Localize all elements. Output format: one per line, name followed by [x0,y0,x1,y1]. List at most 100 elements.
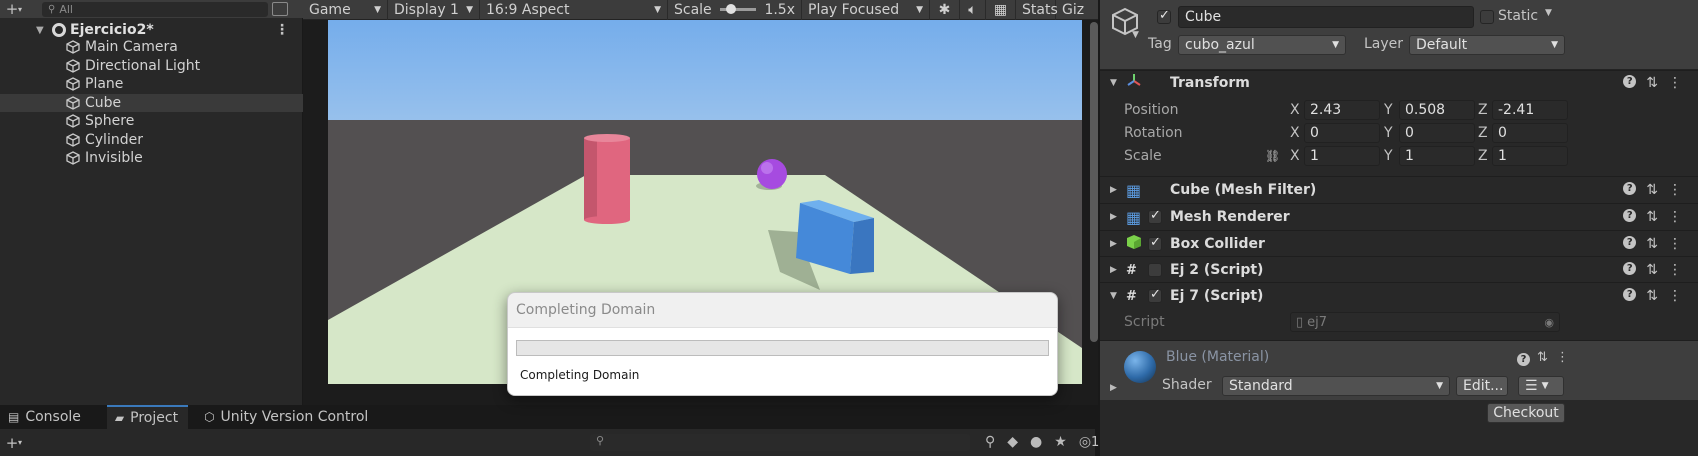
constrain-proportions-icon[interactable]: ⛓ [1265,149,1280,163]
expand-arrow-icon[interactable]: ▶ [1110,185,1117,195]
scene-row[interactable]: ▼ Ejercicio2* ⋮ [0,20,303,40]
scale-y-field[interactable]: 1 [1399,146,1475,166]
aspect-dropdown[interactable]: 16:9 Aspect ▼ [480,0,668,20]
scale-z-field[interactable]: 1 [1492,146,1568,166]
display-dropdown[interactable]: Display 1 ▼ [388,0,480,20]
mesh-renderer-header[interactable]: ▶ ▦ Mesh Renderer ? ⇅ ⋮ [1100,204,1698,230]
favorite-star-icon[interactable]: ★ [1054,434,1067,450]
hierarchy-search-input[interactable]: ⚲ All [42,1,269,17]
presets-icon[interactable]: ⇅ [1646,288,1658,304]
rotation-z-field[interactable]: 0 [1492,123,1568,143]
object-name-field[interactable]: Cube [1178,6,1474,28]
help-icon[interactable]: ? [1623,182,1637,195]
layer-dropdown[interactable]: Default ▼ [1409,35,1565,55]
edit-shader-button[interactable]: Edit... [1456,376,1508,396]
hierarchy-item-sphere[interactable]: Sphere [0,112,303,131]
play-mode-dropdown[interactable]: Play Focused ▼ [802,0,930,20]
collapse-arrow-icon[interactable]: ▼ [1110,78,1117,88]
ej7-script-header[interactable]: ▼ # Ej 7 (Script) ? ⇅ ⋮ [1100,283,1698,309]
rotation-x-field[interactable]: 0 [1304,123,1380,143]
collapse-arrow-icon[interactable]: ▼ [1110,291,1117,301]
component-menu-icon[interactable]: ⋮ [1556,350,1569,365]
mesh-renderer-enabled-checkbox[interactable] [1148,208,1162,224]
hierarchy-item-directional-light[interactable]: Directional Light [0,57,303,76]
checkout-button[interactable]: Checkout [1487,403,1565,423]
chevron-down-icon[interactable]: ▾ [18,438,22,447]
scale-control[interactable]: Scale 1.5x [668,0,802,20]
presets-icon[interactable]: ⇅ [1537,350,1548,365]
scene-visibility-icon[interactable] [272,2,289,16]
expand-arrow-icon[interactable]: ▶ [1110,212,1117,222]
hierarchy-item-cylinder[interactable]: Cylinder [0,131,303,150]
hierarchy-item-plane[interactable]: Plane [0,75,303,94]
help-icon[interactable]: ? [1623,262,1637,275]
box-collider-header[interactable]: ▶ Box Collider ? ⇅ ⋮ [1100,231,1698,257]
position-z-field[interactable]: -2.41 [1492,100,1568,120]
material-options-button[interactable]: ☰ ▼ [1518,376,1564,396]
project-search-input[interactable]: ⚲ [590,434,970,451]
component-menu-icon[interactable]: ⋮ [1668,75,1682,91]
scale-slider[interactable] [719,4,757,14]
tab-project[interactable]: ▰ Project [106,405,189,429]
chevron-down-icon[interactable]: ▾ [18,5,22,14]
collapse-arrow-icon[interactable]: ▼ [36,25,44,36]
tab-version-control[interactable]: ⬡ Unity Version Control [196,405,378,429]
presets-icon[interactable]: ⇅ [1646,75,1658,91]
ej2-enabled-checkbox[interactable] [1148,263,1162,277]
help-icon[interactable]: ? [1623,209,1637,222]
component-menu-icon[interactable]: ⋮ [1668,236,1682,252]
component-menu-icon[interactable]: ⋮ [1668,288,1682,304]
component-menu-icon[interactable]: ⋮ [1668,182,1682,198]
help-icon[interactable]: ? [1623,236,1637,249]
presets-icon[interactable]: ⇅ [1646,182,1658,198]
game-view-scrollbar[interactable] [1090,22,1098,342]
script-object-field[interactable]: ▯ ej7 ◉ [1290,312,1560,332]
scale-x-field[interactable]: 1 [1304,146,1380,166]
position-y-field[interactable]: 0.508 [1399,100,1475,120]
mesh-filter-header[interactable]: ▶ ▦ Cube (Mesh Filter) ? ⇅ ⋮ [1100,177,1698,203]
stats-button[interactable]: Stats [1016,0,1058,20]
audio-icon[interactable]: 🔈︎ [960,0,986,20]
label-filter-icon[interactable]: ◆ [1007,434,1018,450]
expand-arrow-icon[interactable]: ▶ [1110,383,1117,393]
info-icon[interactable]: ● [1030,434,1042,450]
presets-icon[interactable]: ⇅ [1646,236,1658,252]
hierarchy-item-invisible[interactable]: Invisible [0,149,303,168]
expand-arrow-icon[interactable]: ▶ [1110,239,1117,249]
object-picker-icon[interactable]: ◉ [1544,316,1554,329]
view-dropdown[interactable]: Game ▼ [303,0,388,20]
tag-dropdown[interactable]: cubo_azul ▼ [1178,35,1346,55]
position-x-field[interactable]: 2.43 [1304,100,1380,120]
box-collider-enabled-checkbox[interactable] [1148,235,1162,251]
tab-console[interactable]: ▤ Console [0,405,91,429]
active-checkbox[interactable] [1157,8,1171,24]
hierarchy-item-main-camera[interactable]: Main Camera [0,38,303,57]
static-checkbox[interactable] [1480,10,1494,24]
ej7-enabled-checkbox[interactable] [1148,287,1162,303]
presets-icon[interactable]: ⇅ [1646,209,1658,225]
component-menu-icon[interactable]: ⋮ [1668,209,1682,225]
chevron-down-icon[interactable]: ▼ [1545,8,1552,18]
gizmos-button[interactable]: Giz [1056,0,1086,20]
chevron-down-icon[interactable]: ▼ [1132,30,1139,40]
scene-menu-icon[interactable]: ⋮ [275,22,289,38]
hierarchy-item-label: Cube [85,94,122,111]
cube-outline-icon [66,114,80,128]
rotation-y-field[interactable]: 0 [1399,123,1475,143]
unity-editor: + ▾ ⚲ All ▼ Ejercicio2* ⋮ Main Camera Dir… [0,0,1698,456]
help-icon[interactable]: ? [1623,75,1637,88]
keyboard-icon[interactable]: ▦ [986,0,1016,20]
ej2-script-header[interactable]: ▶ # Ej 2 (Script) ? ⇅ ⋮ [1100,257,1698,283]
search-by-type-icon[interactable]: ⚲ [985,434,995,450]
presets-icon[interactable]: ⇅ [1646,262,1658,278]
transform-header[interactable]: ▼ Transform ? ⇅ ⋮ [1100,70,1698,96]
help-icon[interactable]: ? [1623,288,1637,301]
bug-icon[interactable]: ✱ [930,0,960,20]
component-menu-icon[interactable]: ⋮ [1668,262,1682,278]
expand-arrow-icon[interactable]: ▶ [1110,265,1117,275]
inspector-header: ▼ Cube Static ▼ Tag cubo_azul ▼ Layer Def… [1100,0,1698,70]
shader-dropdown[interactable]: Standard ▼ [1222,376,1450,396]
help-icon[interactable]: ? [1517,353,1530,366]
hierarchy-item-cube[interactable]: Cube [0,93,303,112]
aspect-label: 16:9 Aspect [486,1,570,18]
